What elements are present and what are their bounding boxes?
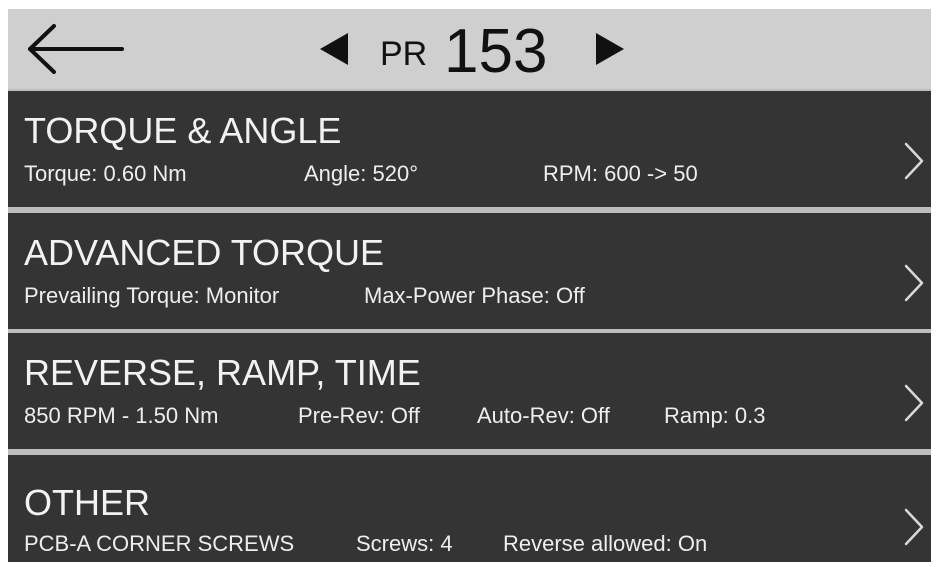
max-power-phase-value: Max-Power Phase: Off bbox=[364, 283, 585, 308]
advanced-torque-row[interactable]: ADVANCED TORQUE Prevailing Torque: Monit… bbox=[8, 213, 931, 329]
row-title: REVERSE, RAMP, TIME bbox=[24, 352, 421, 393]
triangle-left-icon bbox=[320, 33, 348, 65]
rpm-value: RPM: 600 -> 50 bbox=[543, 161, 698, 186]
prevailing-torque-value: Prevailing Torque: Monitor bbox=[24, 283, 280, 308]
next-program-button[interactable] bbox=[590, 31, 630, 67]
torque-value: Torque: 0.60 Nm bbox=[24, 161, 187, 186]
program-number: 153 bbox=[444, 17, 548, 86]
chevron-right-icon bbox=[904, 384, 924, 422]
reverse-speed-torque-value: 850 RPM - 1.50 Nm bbox=[24, 403, 219, 428]
back-button[interactable] bbox=[26, 23, 126, 75]
triangle-right-icon bbox=[596, 33, 624, 65]
angle-value: Angle: 520° bbox=[304, 161, 418, 186]
program-settings-screen: PR 153 TORQUE & ANGLE Torque: 0.60 Nm An… bbox=[8, 9, 931, 562]
header-bar: PR 153 bbox=[8, 9, 931, 89]
pre-rev-value: Pre-Rev: Off bbox=[298, 403, 420, 428]
reverse-allowed-value: Reverse allowed: On bbox=[503, 531, 708, 556]
row-title: OTHER bbox=[24, 482, 150, 523]
other-row[interactable]: OTHER PCB-A CORNER SCREWS Screws: 4 Reve… bbox=[8, 455, 931, 562]
chevron-right-icon bbox=[904, 264, 924, 302]
previous-program-button[interactable] bbox=[314, 31, 354, 67]
row-title: TORQUE & ANGLE bbox=[24, 110, 342, 151]
program-prefix-label: PR bbox=[380, 35, 428, 73]
program-name-value: PCB-A CORNER SCREWS bbox=[24, 531, 295, 556]
reverse-ramp-time-row[interactable]: REVERSE, RAMP, TIME 850 RPM - 1.50 Nm Pr… bbox=[8, 333, 931, 449]
chevron-right-icon bbox=[904, 508, 924, 546]
ramp-value: Ramp: 0.3 bbox=[664, 403, 766, 428]
auto-rev-value: Auto-Rev: Off bbox=[477, 403, 610, 428]
screws-count-value: Screws: 4 bbox=[356, 531, 453, 556]
chevron-right-icon bbox=[904, 142, 924, 180]
torque-angle-row[interactable]: TORQUE & ANGLE Torque: 0.60 Nm Angle: 52… bbox=[8, 91, 931, 207]
row-title: ADVANCED TORQUE bbox=[24, 232, 385, 273]
arrow-left-icon bbox=[28, 24, 124, 74]
